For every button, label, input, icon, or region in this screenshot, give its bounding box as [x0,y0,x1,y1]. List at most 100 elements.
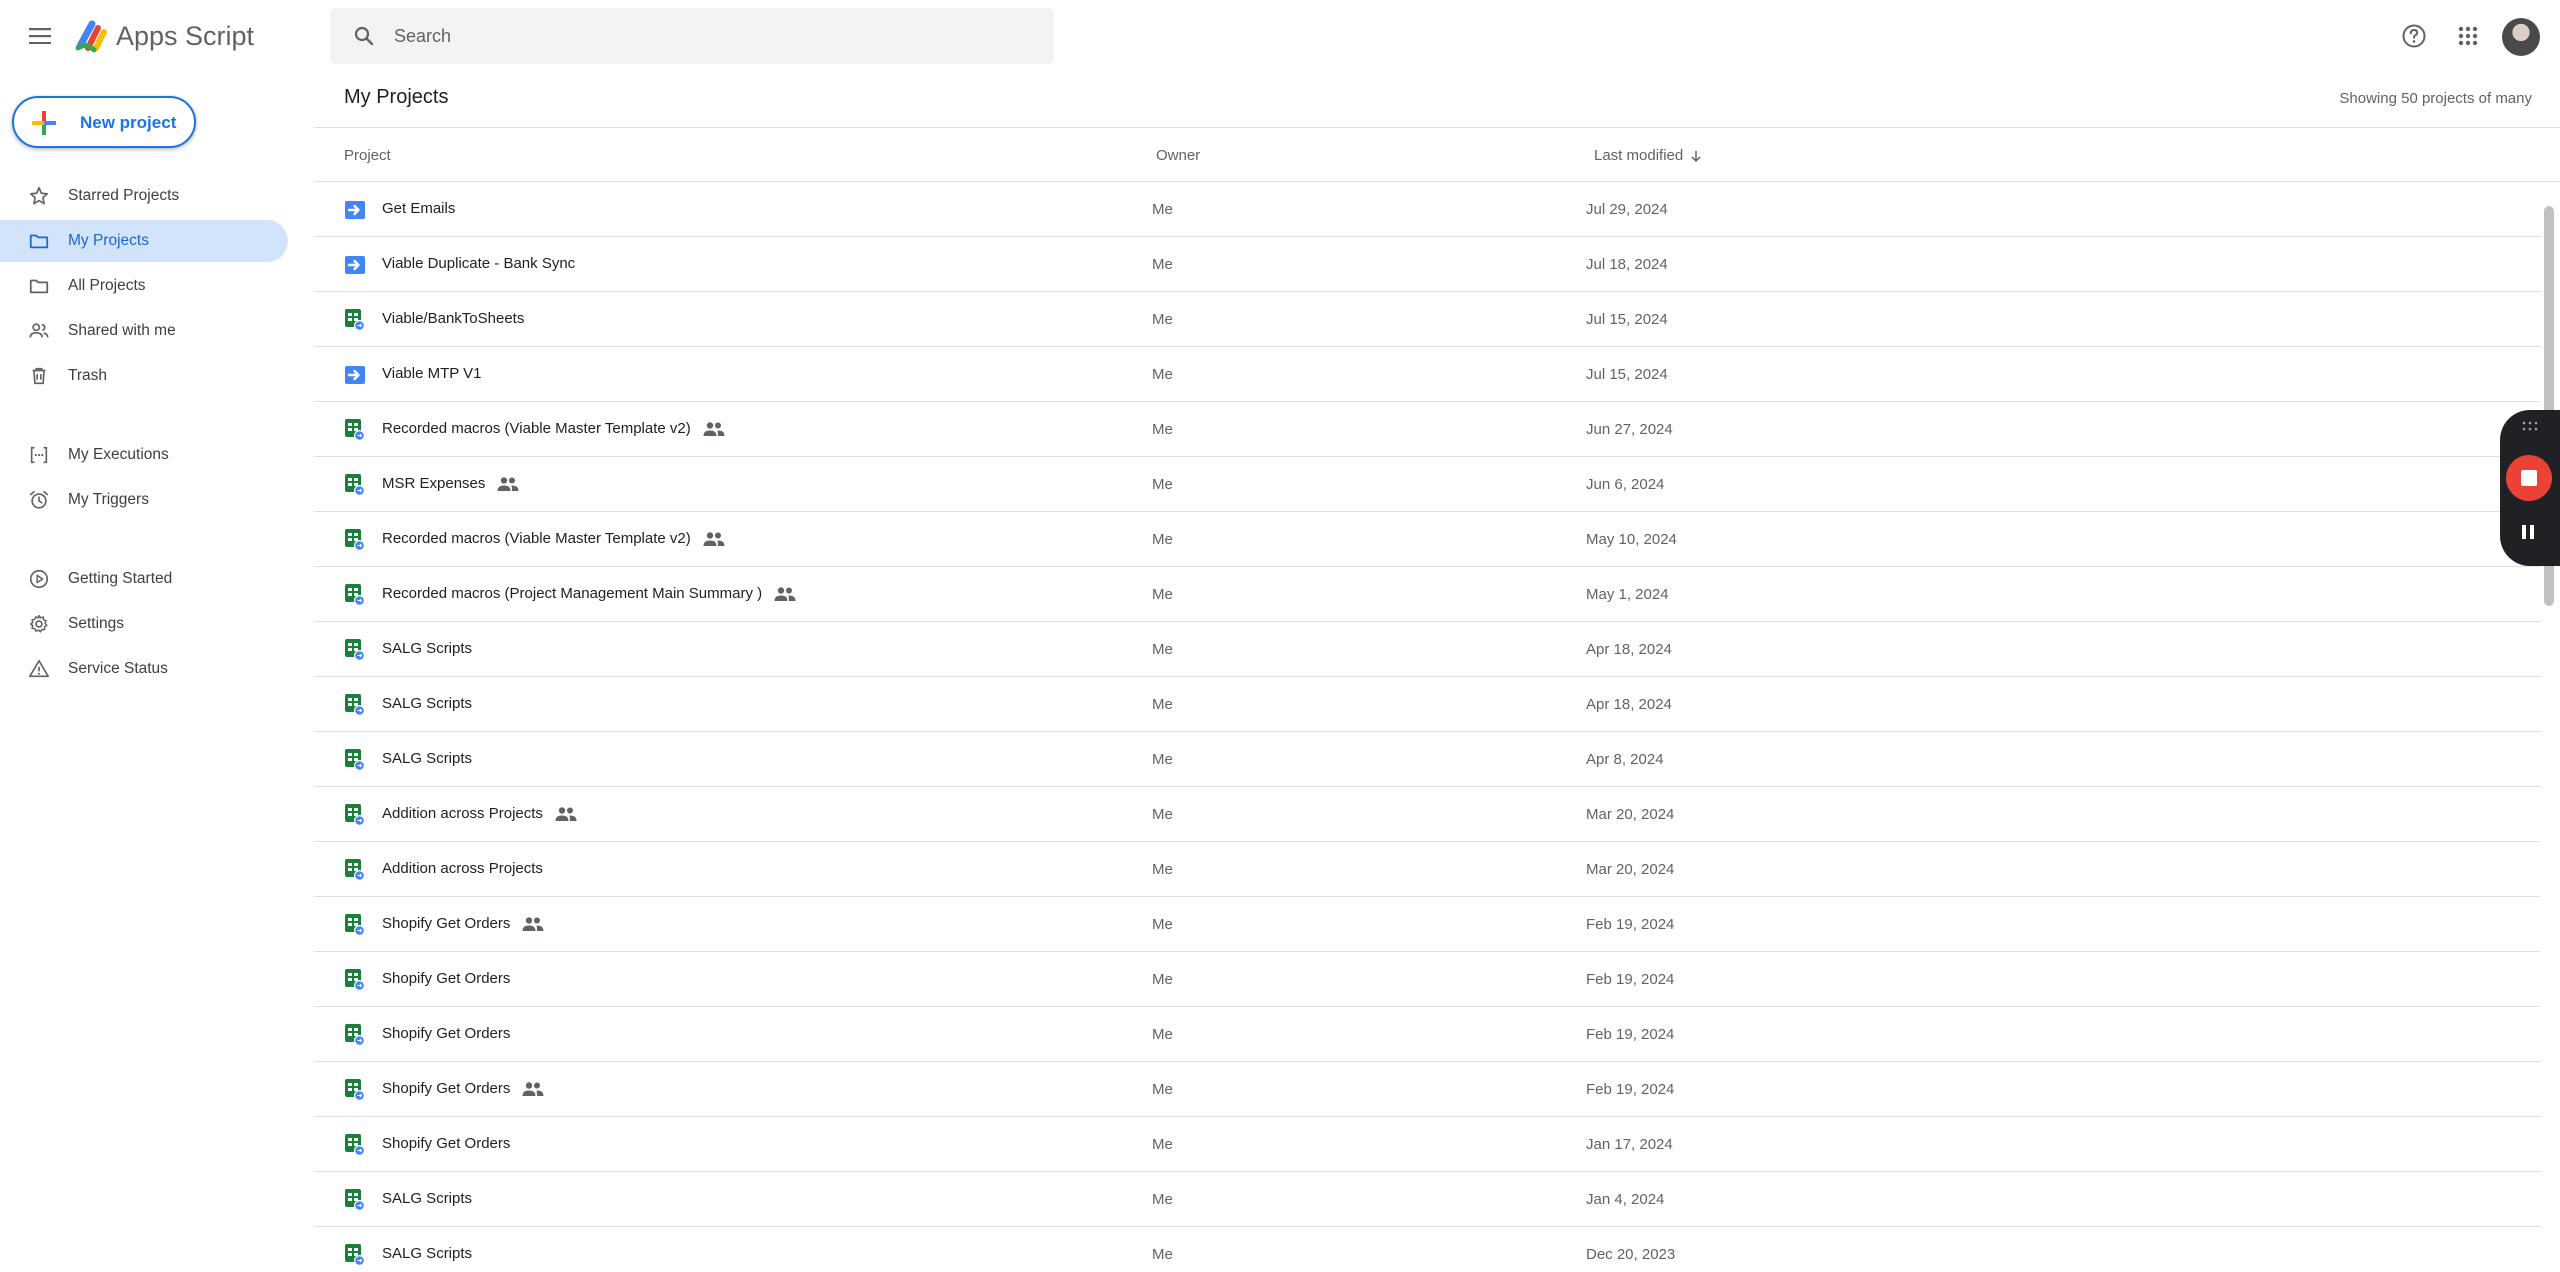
table-row[interactable]: SALG Scripts Me Apr 18, 2024 [314,677,2540,732]
project-name[interactable]: Addition across Projects [382,805,543,822]
table-row[interactable]: Shopify Get Orders Me Feb 19, 2024 [314,952,2540,1007]
project-name[interactable]: Recorded macros (Viable Master Template … [382,530,691,547]
sidebar-item-all-projects[interactable]: All Projects [0,265,288,307]
sidebar-item-getting-started[interactable]: Getting Started [0,558,288,600]
sheets-project-icon [345,309,365,331]
project-owner: Me [1152,586,1173,603]
gear-icon [29,614,48,633]
table-row[interactable]: SALG Scripts Me Dec 20, 2023 [314,1227,2540,1272]
apps-grid-icon [2458,26,2478,46]
sidebar-item-my-executions[interactable]: My Executions [0,434,288,476]
pause-icon[interactable] [2516,520,2540,544]
column-header-owner[interactable]: Owner [1156,147,1200,164]
project-name[interactable]: SALG Scripts [382,1245,472,1262]
drag-handle-icon[interactable] [2520,420,2540,432]
project-owner: Me [1152,751,1173,768]
sidebar-item-settings[interactable]: Settings [0,603,288,645]
project-name[interactable]: Addition across Projects [382,860,543,877]
shared-people-icon [703,421,725,436]
table-row[interactable]: Get Emails Me Jul 29, 2024 [314,182,2540,237]
project-type-icon [344,253,366,277]
sheets-project-icon [345,1189,365,1211]
project-last-modified: Apr 8, 2024 [1586,751,1664,768]
project-name[interactable]: SALG Scripts [382,640,472,657]
project-owner: Me [1152,1081,1173,1098]
help-button[interactable] [2396,18,2432,54]
table-row[interactable]: MSR Expenses Me Jun 6, 2024 [314,457,2540,512]
project-name[interactable]: SALG Scripts [382,695,472,712]
project-name-cell: Shopify Get Orders [382,1025,510,1042]
project-name[interactable]: Shopify Get Orders [382,915,510,932]
sidebar-item-label: My Projects [68,232,149,249]
project-name[interactable]: Viable/BankToSheets [382,310,524,327]
account-avatar[interactable] [2502,18,2540,56]
table-row[interactable]: Recorded macros (Viable Master Template … [314,402,2540,457]
project-name[interactable]: Shopify Get Orders [382,1135,510,1152]
project-owner: Me [1152,201,1173,218]
table-row[interactable]: Addition across Projects Me Mar 20, 2024 [314,787,2540,842]
project-last-modified: Feb 19, 2024 [1586,1081,1675,1098]
sheets-project-icon [345,694,365,716]
sheets-project-icon [345,1244,365,1266]
executions-icon [30,446,48,464]
project-count-text: Showing 50 projects of many [2339,90,2532,107]
project-last-modified: Mar 20, 2024 [1586,806,1675,823]
table-row[interactable]: Recorded macros (Project Management Main… [314,567,2540,622]
plus-icon [32,111,56,135]
project-name[interactable]: Shopify Get Orders [382,1080,510,1097]
table-row[interactable]: SALG Scripts Me Apr 18, 2024 [314,622,2540,677]
project-name[interactable]: SALG Scripts [382,1190,472,1207]
project-name[interactable]: MSR Expenses [382,475,485,492]
table-row[interactable]: Shopify Get Orders Me Feb 19, 2024 [314,1007,2540,1062]
project-name[interactable]: Viable Duplicate - Bank Sync [382,255,575,272]
shared-people-icon [522,1081,544,1096]
project-name-cell: Recorded macros (Project Management Main… [382,585,796,602]
project-name[interactable]: Recorded macros (Viable Master Template … [382,420,691,437]
table-row[interactable]: SALG Scripts Me Jan 4, 2024 [314,1172,2540,1227]
sidebar-item-starred-projects[interactable]: Starred Projects [0,175,288,217]
table-row[interactable]: Shopify Get Orders Me Jan 17, 2024 [314,1117,2540,1172]
project-name[interactable]: Shopify Get Orders [382,970,510,987]
shared-people-icon [703,531,725,546]
project-name[interactable]: Viable MTP V1 [382,365,482,382]
stop-recording-button[interactable] [2506,455,2552,501]
project-type-icon [344,528,366,552]
sidebar-item-my-projects[interactable]: My Projects [0,220,288,262]
sheets-project-icon [345,1134,365,1156]
table-row[interactable]: Viable Duplicate - Bank Sync Me Jul 18, 20… [314,237,2540,292]
project-name-cell: SALG Scripts [382,1190,472,1207]
table-row[interactable]: Recorded macros (Viable Master Template … [314,512,2540,567]
project-name-cell: MSR Expenses [382,475,519,492]
project-name[interactable]: Shopify Get Orders [382,1025,510,1042]
project-last-modified: May 10, 2024 [1586,531,1677,548]
sidebar-item-trash[interactable]: Trash [0,355,288,397]
sidebar-item-service-status[interactable]: Service Status [0,648,288,690]
table-row[interactable]: SALG Scripts Me Apr 8, 2024 [314,732,2540,787]
table-row[interactable]: Shopify Get Orders Me Feb 19, 2024 [314,897,2540,952]
column-header-project[interactable]: Project [344,147,391,164]
sidebar-item-my-triggers[interactable]: My Triggers [0,479,288,521]
table-row[interactable]: Viable MTP V1 Me Jul 15, 2024 [314,347,2540,402]
apps-script-logo-icon [75,20,107,53]
search-input[interactable] [394,20,1034,52]
table-row[interactable]: Shopify Get Orders Me Feb 19, 2024 [314,1062,2540,1117]
project-name-cell: Addition across Projects [382,805,577,822]
main-menu-button[interactable] [22,20,58,52]
column-header-last-modified[interactable]: Last modified [1594,147,1703,164]
google-apps-button[interactable] [2450,18,2486,54]
search-bar[interactable] [330,8,1054,64]
table-row[interactable]: Addition across Projects Me Mar 20, 2024 [314,842,2540,897]
project-name[interactable]: Get Emails [382,200,455,217]
table-row[interactable]: Viable/BankToSheets Me Jul 15, 2024 [314,292,2540,347]
project-type-icon [344,1133,366,1157]
new-project-button[interactable]: New project [12,96,196,148]
sheets-project-icon [345,749,365,771]
project-type-icon [344,803,366,827]
sidebar-item-shared-with-me[interactable]: Shared with me [0,310,288,352]
sidebar-item-label: Service Status [68,660,168,677]
project-owner: Me [1152,476,1173,493]
project-owner: Me [1152,366,1173,383]
project-name[interactable]: Recorded macros (Project Management Main… [382,585,762,602]
project-name[interactable]: SALG Scripts [382,750,472,767]
project-type-icon [344,913,366,937]
